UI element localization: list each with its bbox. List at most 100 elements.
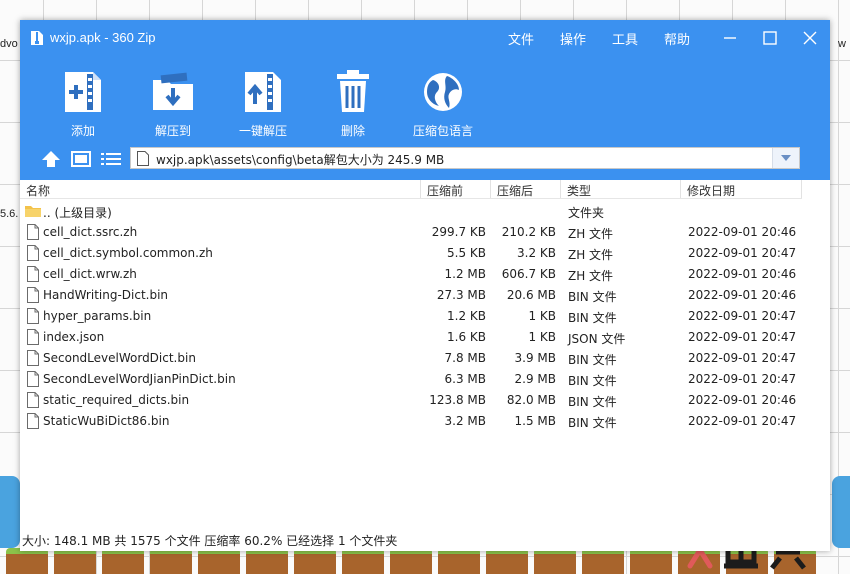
file-size-after: 82.0 MB bbox=[506, 393, 556, 407]
file-type: BIN 文件 bbox=[568, 290, 617, 304]
file-name: index.json bbox=[43, 330, 105, 344]
delete-button[interactable]: 删除 bbox=[310, 68, 396, 139]
status-bar: 大小: 148.1 MB 共 1575 个文件 压缩率 60.2% 已经选择 1… bbox=[20, 530, 830, 551]
file-icon bbox=[27, 245, 39, 261]
file-size-before: 1.6 KB bbox=[447, 330, 486, 344]
file-name: HandWriting-Dict.bin bbox=[43, 288, 169, 302]
file-type: BIN 文件 bbox=[568, 416, 617, 430]
file-size-before: 7.8 MB bbox=[444, 351, 486, 365]
file-type: BIN 文件 bbox=[568, 374, 617, 388]
extract-to-button[interactable]: 解压到 bbox=[130, 68, 216, 139]
file-name: hyper_params.bin bbox=[43, 309, 152, 323]
column-type[interactable]: 类型 bbox=[567, 182, 591, 199]
add-button[interactable]: 添加 bbox=[40, 68, 126, 139]
extract-folder-icon bbox=[153, 72, 193, 110]
file-type: ZH 文件 bbox=[568, 227, 614, 241]
file-type: BIN 文件 bbox=[568, 395, 617, 409]
file-size-after: 1 KB bbox=[528, 309, 556, 323]
thumbnail-view-icon[interactable] bbox=[70, 150, 92, 168]
status-text: 大小: 148.1 MB 共 1575 个文件 压缩率 60.2% 已经选择 1… bbox=[22, 534, 398, 548]
table-row[interactable]: cell_dict.wrw.zh 1.2 MB 606.7 KB ZH 文件 2022-… bbox=[20, 263, 802, 284]
menu-help[interactable]: 帮助 bbox=[664, 29, 690, 48]
file-size-after: 606.7 KB bbox=[501, 267, 556, 281]
maximize-icon[interactable] bbox=[760, 28, 780, 48]
desktop-text-fragment: w bbox=[838, 38, 846, 50]
file-modified-date: 2022-09-01 20:47 bbox=[688, 309, 797, 323]
file-size-before: 299.7 KB bbox=[431, 225, 486, 239]
file-icon bbox=[27, 308, 39, 324]
add-label: 添加 bbox=[70, 124, 95, 138]
one-click-extract-label: 一键解压 bbox=[238, 124, 287, 138]
desktop-text-fragment: 5.6. bbox=[0, 208, 19, 220]
file-size-before: 123.8 MB bbox=[429, 393, 486, 407]
chevron-down-icon bbox=[781, 155, 791, 161]
file-type: ZH 文件 bbox=[568, 269, 614, 283]
file-name: static_required_dicts.bin bbox=[43, 393, 190, 407]
file-modified-date: 2022-09-01 20:47 bbox=[688, 351, 797, 365]
column-modified-date[interactable]: 修改日期 bbox=[687, 182, 735, 199]
minimize-icon[interactable] bbox=[720, 28, 740, 48]
file-list: 名称 压缩前 压缩后 类型 修改日期 .. (上级目录) 文件夹 cell_di… bbox=[20, 180, 830, 530]
up-arrow-icon[interactable] bbox=[40, 150, 62, 168]
file-modified-date: 2022-09-01 20:46 bbox=[688, 393, 797, 407]
window-header: wxjp.apk - 360 Zip 文件 操作 工具 帮助 添加 解压到 一键… bbox=[20, 20, 830, 180]
one-click-extract-button[interactable]: 一键解压 bbox=[220, 68, 306, 139]
column-name[interactable]: 名称 bbox=[26, 182, 50, 199]
one-click-extract-icon bbox=[245, 72, 281, 112]
add-archive-icon bbox=[65, 72, 101, 112]
file-modified-date: 2022-09-01 20:47 bbox=[688, 330, 797, 344]
list-view-icon[interactable] bbox=[100, 150, 122, 168]
file-size-after: 3.2 KB bbox=[517, 246, 556, 260]
file-modified-date: 2022-09-01 20:46 bbox=[688, 267, 797, 281]
path-dropdown-button[interactable] bbox=[772, 148, 799, 168]
table-row[interactable]: SecondLevelWordDict.bin 7.8 MB 3.9 MB BIN 文… bbox=[20, 347, 802, 368]
desktop-side-shape bbox=[0, 476, 20, 548]
table-row[interactable]: SecondLevelWordJianPinDict.bin 6.3 MB 2.9 … bbox=[20, 368, 802, 389]
file-name: cell_dict.ssrc.zh bbox=[43, 225, 138, 239]
file-name: cell_dict.wrw.zh bbox=[43, 267, 137, 281]
path-text: wxjp.apk\assets\config\beta解包大小为 245.9 M… bbox=[156, 153, 445, 167]
close-icon[interactable] bbox=[800, 28, 820, 48]
zip-window: wxjp.apk - 360 Zip 文件 操作 工具 帮助 添加 解压到 一键… bbox=[20, 20, 830, 551]
file-modified-date: 2022-09-01 20:46 bbox=[688, 288, 797, 302]
title-bar[interactable]: wxjp.apk - 360 Zip 文件 操作 工具 帮助 bbox=[20, 20, 830, 54]
menu-tools[interactable]: 工具 bbox=[612, 29, 638, 48]
file-size-after: 2.9 MB bbox=[514, 372, 556, 386]
window-title: wxjp.apk - 360 Zip bbox=[50, 30, 156, 45]
path-input[interactable]: wxjp.apk\assets\config\beta解包大小为 245.9 M… bbox=[130, 147, 800, 169]
archive-language-label: 压缩包语言 bbox=[412, 124, 473, 138]
table-row[interactable]: index.json 1.6 KB 1 KB JSON 文件 2022-09-01 20… bbox=[20, 326, 802, 347]
archive-language-button[interactable]: 压缩包语言 bbox=[400, 68, 486, 139]
parent-directory-row[interactable]: .. (上级目录) 文件夹 bbox=[20, 200, 802, 221]
file-modified-date: 2022-09-01 20:46 bbox=[688, 225, 797, 239]
delete-label: 删除 bbox=[340, 124, 365, 138]
file-icon bbox=[27, 266, 39, 282]
column-header: 名称 压缩前 压缩后 类型 修改日期 bbox=[20, 180, 802, 199]
desktop-text-fragment: dvo bbox=[0, 38, 18, 50]
file-size-before: 6.3 MB bbox=[444, 372, 486, 386]
file-icon bbox=[27, 287, 39, 303]
zip-app-icon bbox=[31, 31, 43, 45]
table-row[interactable]: cell_dict.symbol.common.zh 5.5 KB 3.2 KB ZH… bbox=[20, 242, 802, 263]
menu-operation[interactable]: 操作 bbox=[560, 29, 586, 48]
table-row[interactable]: cell_dict.ssrc.zh 299.7 KB 210.2 KB ZH 文件 20… bbox=[20, 221, 802, 242]
file-type: ZH 文件 bbox=[568, 248, 614, 262]
parent-directory-label: .. (上级目录) bbox=[43, 206, 112, 220]
parent-directory-type: 文件夹 bbox=[568, 206, 605, 220]
file-modified-date: 2022-09-01 20:47 bbox=[688, 414, 797, 428]
table-row[interactable]: hyper_params.bin 1.2 KB 1 KB BIN 文件 2022-09-… bbox=[20, 305, 802, 326]
file-name: SecondLevelWordJianPinDict.bin bbox=[43, 372, 236, 386]
table-row[interactable]: static_required_dicts.bin 123.8 MB 82.0 MB… bbox=[20, 389, 802, 410]
menu-file[interactable]: 文件 bbox=[508, 29, 534, 48]
file-icon bbox=[27, 413, 39, 429]
table-row[interactable]: HandWriting-Dict.bin 27.3 MB 20.6 MB BIN 文件… bbox=[20, 284, 802, 305]
column-compressed-before[interactable]: 压缩前 bbox=[427, 182, 463, 199]
file-size-before: 27.3 MB bbox=[436, 288, 486, 302]
file-type: BIN 文件 bbox=[568, 311, 617, 325]
table-row[interactable]: StaticWuBiDict86.bin 3.2 MB 1.5 MB BIN 文件 20… bbox=[20, 410, 802, 431]
file-icon bbox=[27, 350, 39, 366]
column-compressed-after[interactable]: 压缩后 bbox=[497, 182, 533, 199]
file-size-after: 1 KB bbox=[528, 330, 556, 344]
file-name: SecondLevelWordDict.bin bbox=[43, 351, 196, 365]
desktop-side-shape bbox=[832, 476, 850, 548]
